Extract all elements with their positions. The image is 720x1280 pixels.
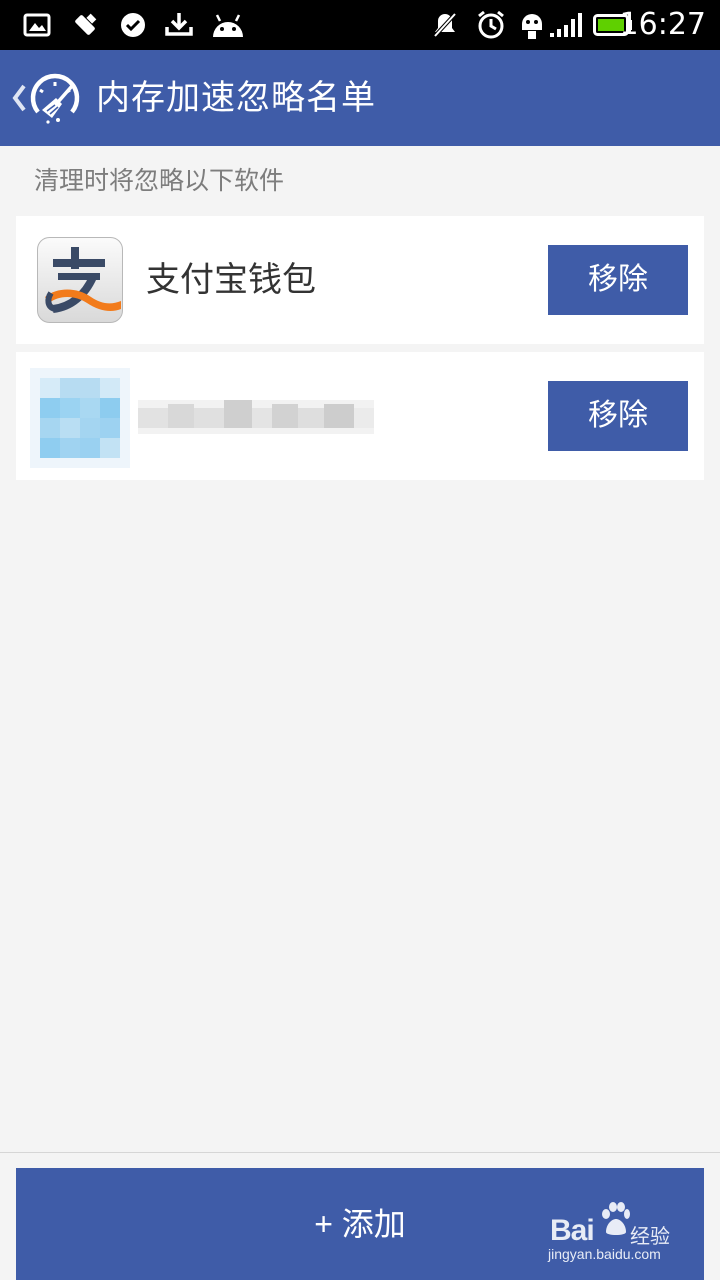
blurred-app-icon xyxy=(30,368,130,468)
divider xyxy=(0,1152,720,1153)
watermark-brand: 经验 xyxy=(630,1224,670,1248)
alarm-icon xyxy=(475,10,507,39)
baidu-watermark: Bai 经验 jingyan.baidu.com xyxy=(548,1200,680,1266)
paw-icon xyxy=(602,1202,630,1235)
app-bar: 内存加速忽略名单 xyxy=(0,50,720,146)
list-item: 移除 xyxy=(16,352,704,480)
blurred-app-name xyxy=(138,394,374,440)
usb-debug-icon xyxy=(518,11,546,39)
remove-button[interactable]: 移除 xyxy=(548,245,688,315)
status-bar: 16:27 xyxy=(0,0,720,50)
image-icon xyxy=(22,11,52,39)
download-icon xyxy=(163,11,195,39)
remove-button[interactable]: 移除 xyxy=(548,381,688,451)
watermark-url: jingyan.baidu.com xyxy=(548,1246,661,1262)
section-label: 清理时将忽略以下软件 xyxy=(34,166,285,195)
signal-tools-icon xyxy=(70,11,100,39)
android-icon xyxy=(208,11,248,39)
status-time: 16:27 xyxy=(619,7,706,42)
page-title: 内存加速忽略名单 xyxy=(96,78,376,118)
cell-signal-icon xyxy=(548,11,584,39)
back-chevron-icon[interactable] xyxy=(10,78,28,118)
alipay-icon xyxy=(37,237,123,323)
app-name: 支付宝钱包 xyxy=(146,260,316,300)
memory-boost-logo-icon[interactable] xyxy=(28,72,82,126)
list-item: 支付宝钱包 移除 xyxy=(16,216,704,344)
check-circle-icon xyxy=(118,11,148,39)
watermark-text: Bai xyxy=(550,1214,595,1247)
muted-bell-icon xyxy=(430,11,460,39)
